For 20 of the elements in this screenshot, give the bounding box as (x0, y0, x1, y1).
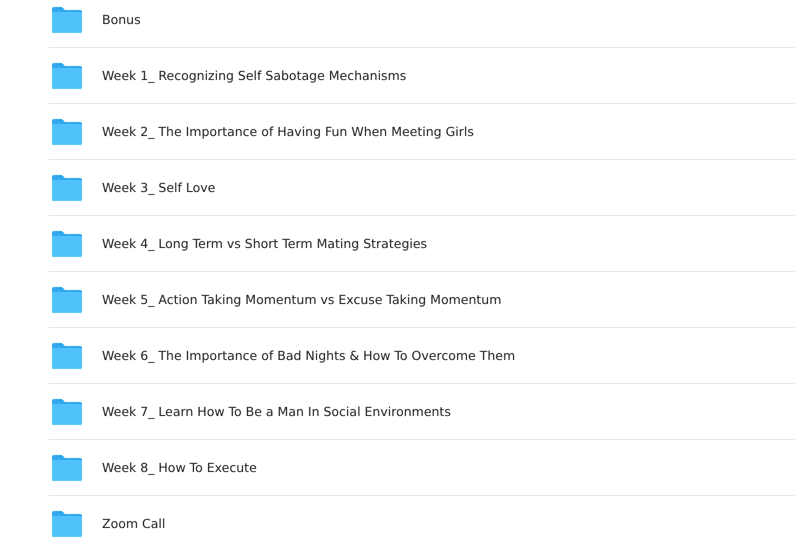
folder-name[interactable]: Bonus (102, 12, 141, 27)
folder-icon (52, 454, 82, 480)
folder-icon (52, 230, 82, 256)
folder-name[interactable]: Week 1_ Recognizing Self Sabotage Mechanisms (102, 68, 406, 83)
folder-icon (52, 118, 82, 144)
folder-name[interactable]: Week 5_ Action Taking Momentum vs Excuse Taking Momentum (102, 292, 502, 307)
folder-name[interactable]: Week 6_ The Importance of Bad Nights & How To Overcome Them (102, 348, 516, 363)
folder-name[interactable]: Week 7_ Learn How To Be a Man In Social Environments (102, 404, 451, 419)
folder-name[interactable]: Week 2_ The Importance of Having Fun When Meeting Girls (102, 124, 474, 139)
folder-icon (52, 286, 82, 312)
folder-name[interactable]: Week 3_ Self Love (102, 180, 216, 195)
folder-icon (52, 174, 82, 200)
folder-name[interactable]: Zoom Call (102, 516, 166, 531)
folder-name[interactable]: Week 8_ How To Execute (102, 460, 257, 475)
folder-icon (52, 510, 82, 536)
folder-icon (52, 62, 82, 88)
folder-name[interactable]: Week 4_ Long Term vs Short Term Mating Strategies (102, 236, 428, 251)
folder-icon (52, 398, 82, 424)
folder-icon (52, 342, 82, 368)
folder-icon (52, 6, 82, 32)
